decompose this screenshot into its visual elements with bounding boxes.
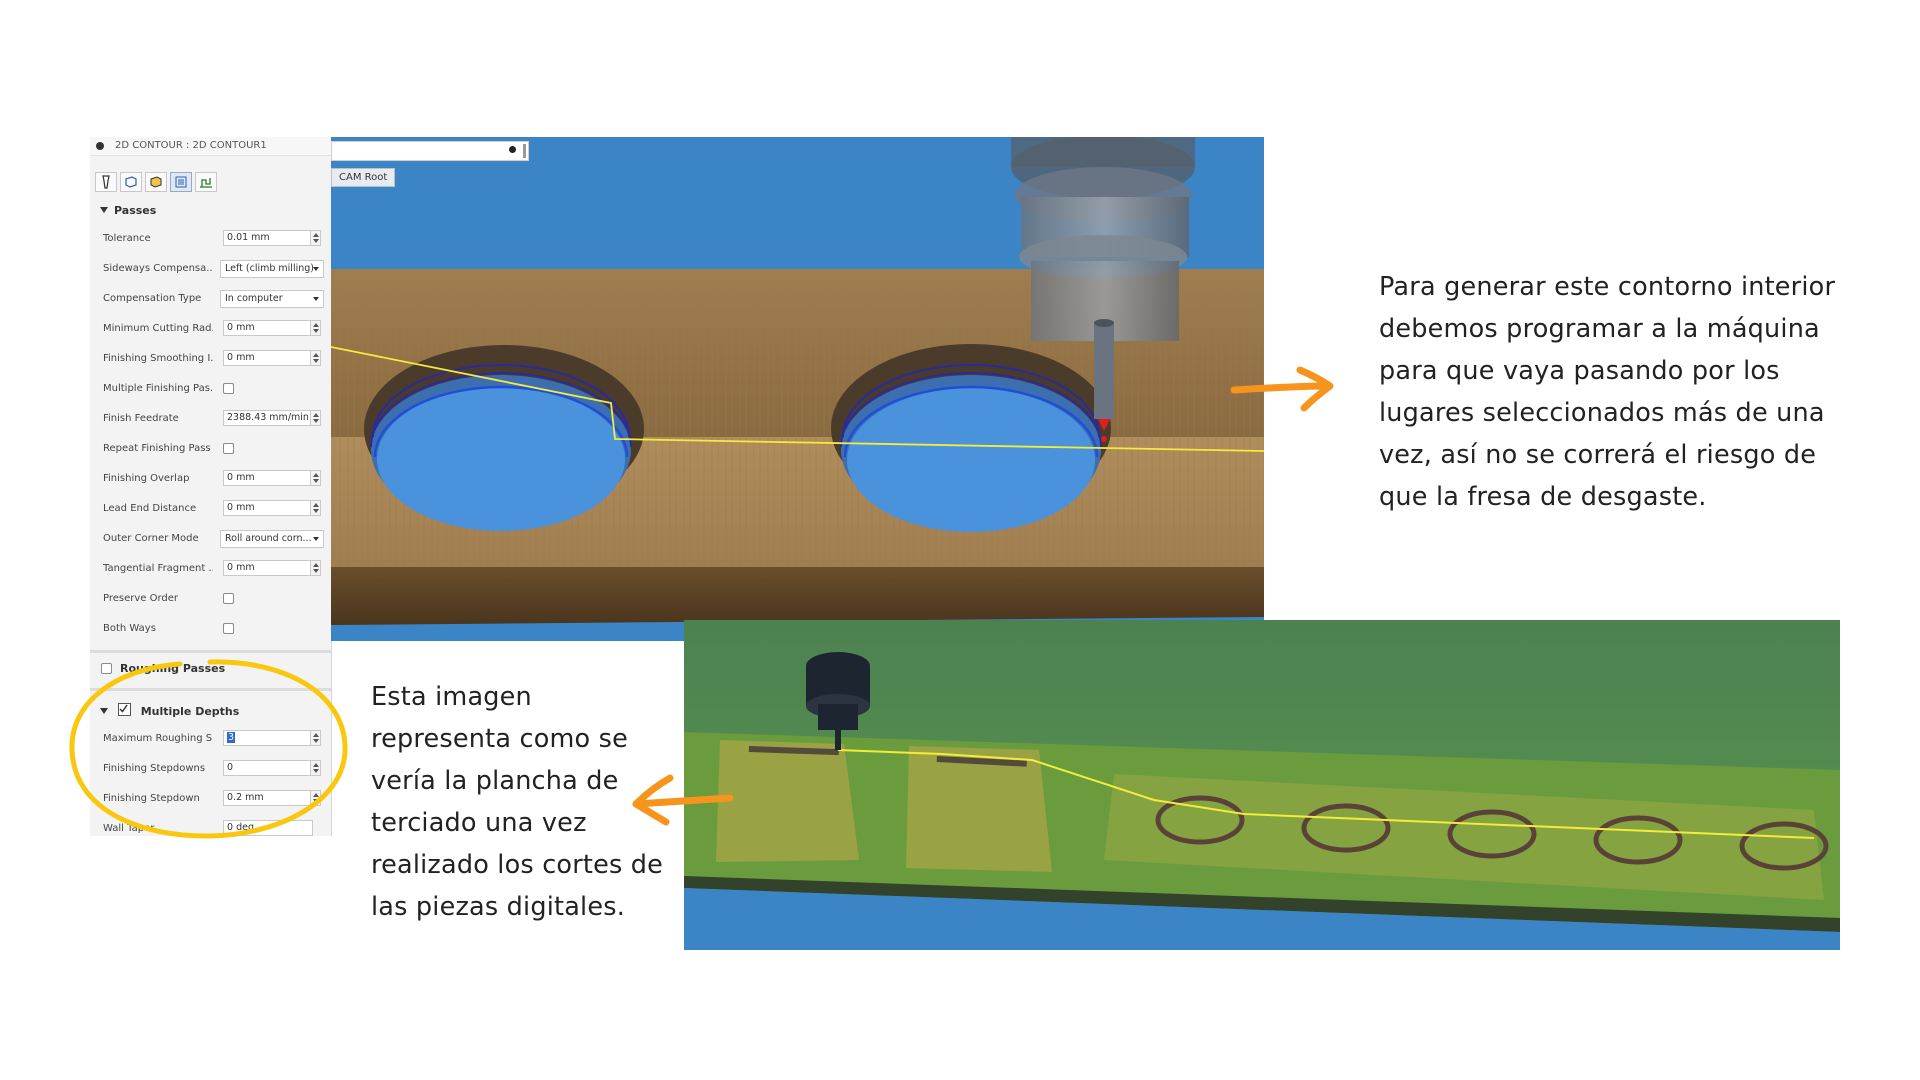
- description-right: Para generar este contorno interior debe…: [1379, 266, 1859, 518]
- lead-end-distance-label: Lead End Distance: [103, 503, 197, 514]
- text-line: vería la plancha de: [371, 766, 619, 796]
- outer-corner-mode-value: Roll around corn...: [225, 533, 312, 544]
- cam-3d-viewport-bottom[interactable]: [684, 620, 1840, 950]
- panel-title-bar: 2D CONTOUR : 2D CONTOUR1: [90, 137, 331, 156]
- chevron-down-icon: [313, 267, 319, 271]
- chevron-down-icon: [313, 537, 319, 541]
- drag-handle-icon[interactable]: [523, 144, 526, 158]
- tangential-fragment-input[interactable]: 0 mm: [223, 560, 313, 576]
- text-line: Esta imagen: [371, 682, 532, 712]
- collapse-icon[interactable]: [509, 146, 516, 153]
- both-ways-label: Both Ways: [103, 623, 156, 634]
- text-line: las piezas digitales.: [371, 892, 625, 922]
- sideways-compensation-value: Left (climb milling): [225, 263, 314, 274]
- tool-icon[interactable]: [95, 172, 117, 192]
- min-cutting-radius-label: Minimum Cutting Rad...: [103, 323, 213, 334]
- text-line: realizado los cortes de: [371, 850, 664, 880]
- finishing-overlap-label: Finishing Overlap: [103, 473, 190, 484]
- tolerance-spinner[interactable]: [310, 230, 321, 246]
- panel-title: 2D CONTOUR : 2D CONTOUR1: [115, 140, 267, 151]
- tangential-fragment-label: Tangential Fragment ...: [103, 563, 213, 574]
- geometry-icon[interactable]: [120, 172, 142, 192]
- outer-corner-mode-label: Outer Corner Mode: [103, 533, 199, 544]
- description-left: Esta imagen representa como se vería la …: [371, 676, 681, 928]
- min-cutting-radius-spinner[interactable]: [310, 320, 321, 336]
- sideways-compensation-label: Sideways Compensa...: [103, 263, 213, 274]
- highlight-circle: [69, 659, 348, 839]
- finishing-smoothing-input[interactable]: 0 mm: [223, 350, 313, 366]
- compensation-type-select[interactable]: In computer: [220, 290, 324, 308]
- sideways-compensation-select[interactable]: Left (climb milling): [220, 260, 324, 278]
- section-passes-label: Passes: [114, 204, 157, 217]
- lead-end-distance-input[interactable]: 0 mm: [223, 500, 313, 516]
- finishing-overlap-input[interactable]: 0 mm: [223, 470, 313, 486]
- collapse-icon[interactable]: [96, 142, 104, 150]
- compensation-type-value: In computer: [225, 293, 283, 304]
- tolerance-input[interactable]: 0.01 mm: [223, 230, 313, 246]
- finish-feedrate-spinner[interactable]: [310, 410, 321, 426]
- text-line: debemos programar a la máquina: [1379, 314, 1820, 344]
- tolerance-label: Tolerance: [103, 233, 151, 244]
- outer-corner-mode-select[interactable]: Roll around corn...: [220, 530, 324, 548]
- finish-feedrate-input[interactable]: 2388.43 mm/min: [223, 410, 313, 426]
- heights-icon[interactable]: [145, 172, 167, 192]
- finish-feedrate-label: Finish Feedrate: [103, 413, 179, 424]
- multiple-finishing-label: Multiple Finishing Pas...: [103, 383, 213, 394]
- text-line: que la fresa de desgaste.: [1379, 482, 1707, 512]
- preserve-order-label: Preserve Order: [103, 593, 179, 604]
- chevron-down-icon: [313, 297, 319, 301]
- passes-icon[interactable]: [170, 172, 192, 192]
- arrow-right-icon: [1230, 366, 1334, 412]
- finishing-smoothing-spinner[interactable]: [310, 350, 321, 366]
- text-line: representa como se: [371, 724, 629, 754]
- finishing-overlap-spinner[interactable]: [310, 470, 321, 486]
- text-line: Para generar este contorno interior: [1379, 272, 1836, 302]
- section-passes[interactable]: Passes: [100, 204, 156, 217]
- min-cutting-radius-input[interactable]: 0 mm: [223, 320, 313, 336]
- linking-icon[interactable]: [195, 172, 217, 192]
- cam-3d-viewport-top[interactable]: [331, 137, 1264, 641]
- repeat-finishing-label: Repeat Finishing Pass: [103, 443, 211, 454]
- panel-tabs: [90, 169, 331, 195]
- text-line: vez, así no se correrá el riesgo de: [1379, 440, 1817, 470]
- preserve-order-checkbox[interactable]: [223, 593, 234, 604]
- tangential-fragment-spinner[interactable]: [310, 560, 321, 576]
- compensation-type-label: Compensation Type: [103, 293, 202, 304]
- text-line: terciado una vez: [371, 808, 587, 838]
- text-line: para que vaya pasando por los: [1379, 356, 1780, 386]
- viewport-browser-bar: [331, 141, 529, 161]
- text-line: lugares seleccionados más de una: [1379, 398, 1825, 428]
- multiple-finishing-checkbox[interactable]: [223, 383, 234, 394]
- both-ways-checkbox[interactable]: [223, 623, 234, 634]
- lead-end-distance-spinner[interactable]: [310, 500, 321, 516]
- finishing-smoothing-label: Finishing Smoothing I...: [103, 353, 213, 364]
- repeat-finishing-checkbox[interactable]: [223, 443, 234, 454]
- cam-root-label[interactable]: CAM Root: [331, 168, 396, 187]
